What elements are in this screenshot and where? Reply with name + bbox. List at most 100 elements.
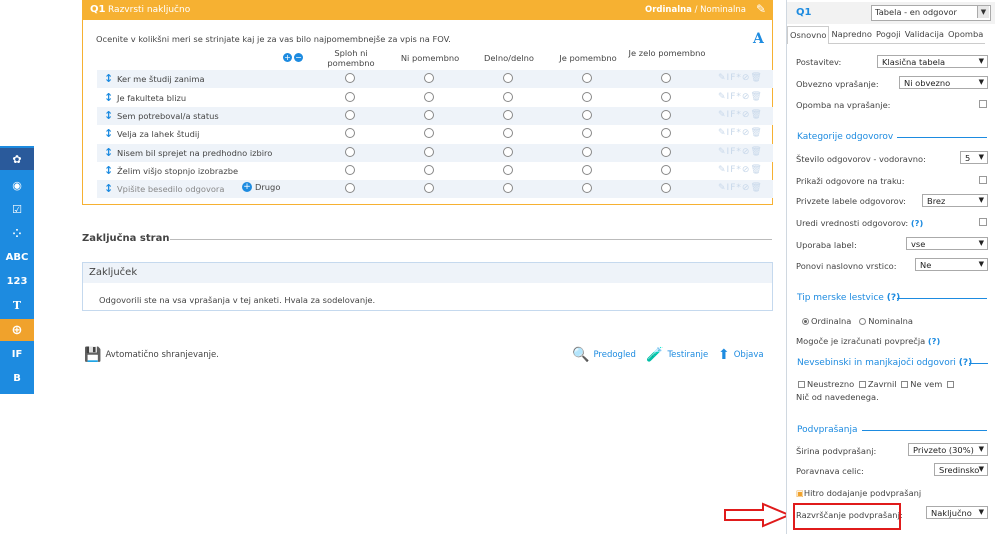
font-size-icon[interactable]: A: [753, 31, 764, 47]
radio-button[interactable]: [503, 73, 513, 83]
row-label[interactable]: Želim višjo stopnjo izobrazbe: [117, 166, 238, 176]
radio-ordinal[interactable]: [802, 318, 809, 325]
drag-handle-icon[interactable]: ↕: [104, 109, 113, 122]
note-checkbox[interactable]: [979, 100, 987, 108]
question-variable-title[interactable]: Razvrsti naključno: [108, 5, 190, 15]
radio-button[interactable]: [582, 165, 592, 175]
quick-add-subquestions-link[interactable]: ▣Hitro dodajanje podvprašanj: [796, 488, 921, 498]
radio-button[interactable]: [345, 128, 355, 138]
tab-napredno[interactable]: Napredno: [829, 26, 874, 44]
default-labels-select[interactable]: Brez ▼: [922, 194, 988, 207]
add-other-button[interactable]: + Drugo: [242, 182, 280, 192]
row-action-icons[interactable]: ✎IF*⊘🗑: [718, 73, 763, 83]
drag-handle-icon[interactable]: ↕: [104, 91, 113, 104]
column-header[interactable]: Sploh ni pomembno: [311, 48, 391, 68]
row-action-icons[interactable]: ✎IF*⊘🗑: [718, 110, 763, 120]
tab-osnovno[interactable]: Osnovno: [787, 26, 830, 44]
radio-button[interactable]: [582, 128, 592, 138]
if-tool-icon[interactable]: IF: [0, 343, 34, 365]
title-tool-icon[interactable]: T: [0, 294, 34, 316]
column-header[interactable]: Je pomembno: [548, 53, 628, 63]
multiple-choice-tool-icon[interactable]: ☑: [0, 198, 34, 220]
radio-button[interactable]: [345, 92, 355, 102]
radio-button[interactable]: [424, 92, 434, 102]
answers-count-select[interactable]: 5 ▼: [960, 151, 988, 164]
add-tool-icon[interactable]: ⊕: [0, 319, 34, 341]
drag-handle-icon[interactable]: ↕: [104, 72, 113, 85]
radio-button[interactable]: [661, 183, 671, 193]
show-on-bar-checkbox[interactable]: [979, 176, 987, 184]
row-label[interactable]: Ker me študij zanima: [117, 74, 205, 84]
radio-button[interactable]: [424, 183, 434, 193]
radio-button[interactable]: [661, 110, 671, 120]
help-icon[interactable]: (?): [928, 336, 940, 346]
radio-button[interactable]: [503, 165, 513, 175]
radio-button[interactable]: [345, 165, 355, 175]
subquestion-width-select[interactable]: Privzeto (30%) ▼: [908, 443, 988, 456]
radio-button[interactable]: [345, 110, 355, 120]
checkbox-neustrezno[interactable]: [798, 381, 805, 388]
radio-button[interactable]: [345, 183, 355, 193]
radio-button[interactable]: [661, 165, 671, 175]
number-tool-icon[interactable]: 123: [0, 270, 34, 292]
row-action-icons[interactable]: ✎IF*⊘🗑: [718, 183, 763, 193]
row-action-icons[interactable]: ✎IF*⊘🗑: [718, 92, 763, 102]
drag-handle-icon[interactable]: ↕: [104, 146, 113, 159]
row-label[interactable]: Nisem bil sprejet na predhodno izbiro: [117, 148, 272, 158]
repeat-header-select[interactable]: Ne ▼: [915, 258, 988, 271]
radio-button[interactable]: [503, 183, 513, 193]
radio-button[interactable]: [503, 92, 513, 102]
radio-button[interactable]: [424, 73, 434, 83]
closing-box-title[interactable]: Zaključek: [89, 267, 137, 278]
radio-button[interactable]: [582, 73, 592, 83]
radio-button[interactable]: [582, 110, 592, 120]
row-label[interactable]: Velja za lahek študij: [117, 129, 199, 139]
if-icon[interactable]: IF: [772, 2, 785, 17]
radio-button[interactable]: [661, 147, 671, 157]
label-usage-select[interactable]: vse ▼: [906, 237, 988, 250]
radio-nominal[interactable]: [859, 318, 867, 325]
radio-button[interactable]: [424, 128, 434, 138]
question-text[interactable]: Ocenite v kolikšni meri se strinjate kaj…: [96, 34, 451, 44]
new-answer-placeholder[interactable]: Vpišite besedilo odgovora: [117, 184, 224, 194]
cell-alignment-select[interactable]: Sredinsko ▼: [934, 463, 988, 476]
radio-button[interactable]: [582, 92, 592, 102]
test-button[interactable]: 🧪 Testiranje: [646, 347, 708, 363]
text-tool-icon[interactable]: ABC: [0, 246, 34, 268]
single-choice-tool-icon[interactable]: ◉: [0, 174, 34, 196]
radio-button[interactable]: [345, 73, 355, 83]
closing-text[interactable]: Odgovorili ste na vsa vprašanja v tej an…: [99, 295, 375, 305]
help-icon[interactable]: (?): [911, 218, 923, 228]
edit-values-checkbox[interactable]: [979, 218, 987, 226]
edit-icon[interactable]: ✎: [756, 2, 766, 17]
radio-button[interactable]: [424, 147, 434, 157]
tab-pogoji[interactable]: Pogoji: [873, 26, 903, 44]
drag-handle-icon[interactable]: ↕: [104, 182, 113, 195]
checkbox-zavrnil[interactable]: [858, 381, 866, 388]
row-action-icons[interactable]: ✎IF*⊘🗑: [718, 147, 763, 157]
subquestion-order-select[interactable]: Naključno ▼: [926, 506, 988, 519]
column-header[interactable]: Delno/delno: [469, 53, 549, 63]
row-label[interactable]: Je fakulteta blizu: [117, 93, 186, 103]
radio-button[interactable]: [582, 147, 592, 157]
drag-handle-icon[interactable]: ↕: [104, 127, 113, 140]
block-tool-icon[interactable]: B: [0, 367, 34, 389]
row-label[interactable]: Sem potreboval/a status: [117, 111, 219, 121]
matrix-tool-icon[interactable]: ⁘: [0, 222, 34, 244]
radio-button[interactable]: [424, 165, 434, 175]
settings-tool-icon[interactable]: ✿: [0, 148, 34, 170]
tab-opomba[interactable]: Opomba: [946, 26, 986, 44]
radio-button[interactable]: [661, 73, 671, 83]
radio-button[interactable]: [503, 147, 513, 157]
radio-button[interactable]: [345, 147, 355, 157]
row-action-icons[interactable]: ✎IF*⊘🗑: [718, 128, 763, 138]
publish-button[interactable]: ⬆ Objava: [718, 347, 764, 363]
remove-column-icon[interactable]: −: [294, 53, 303, 62]
row-action-icons[interactable]: ✎IF*⊘🗑: [718, 165, 763, 175]
checkbox-nic-od-navedenega[interactable]: [946, 381, 954, 388]
drag-handle-icon[interactable]: ↕: [104, 164, 113, 177]
checkbox-ne-vem[interactable]: [901, 381, 909, 388]
tab-validacija[interactable]: Validacija: [902, 26, 947, 44]
radio-button[interactable]: [503, 110, 513, 120]
radio-button[interactable]: [503, 128, 513, 138]
